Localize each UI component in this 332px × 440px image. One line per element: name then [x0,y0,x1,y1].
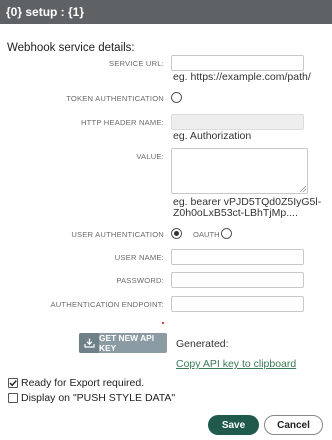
password-input[interactable] [171,272,304,288]
token-authentication-label: TOKEN AUTHENTICATION [66,94,164,103]
service-url-hint: eg. https://example.com/path/ [173,71,311,83]
get-new-api-key-button[interactable]: GET NEW API KEY [79,333,167,353]
value-hint-line2: Z0h0oLxB53ct-LBhTjMp.... [173,207,298,219]
ready-for-export-label: Ready for Export required. [21,377,145,389]
value-label: VALUE: [136,152,164,161]
password-label: PASSWORD: [116,276,164,285]
oauth-radio[interactable] [221,228,232,239]
http-header-name-hint: eg. Authorization [173,130,252,142]
authentication-endpoint-input[interactable] [171,296,304,312]
http-header-name-input[interactable] [171,114,304,130]
display-push-style-checkbox[interactable] [8,393,18,403]
authentication-endpoint-label: AUTHENTICATION ENDPOINT: [50,300,164,309]
ready-for-export-checkbox[interactable] [8,378,18,388]
display-push-style-label: Display on "PUSH STYLE DATA" [21,392,176,404]
section-title: Webhook service details: [7,42,135,54]
service-url-label: SERVICE URL: [108,59,164,68]
resize-grip-icon[interactable] [300,186,306,192]
error-marker [162,322,164,324]
service-url-input[interactable] [171,55,304,71]
user-authentication-radio[interactable] [171,228,182,239]
http-header-name-label: HTTP HEADER NAME: [80,118,164,127]
token-authentication-radio[interactable] [171,92,182,103]
copy-api-key-link[interactable]: Copy API key to clipboard [176,358,296,370]
value-textarea[interactable] [171,148,308,194]
oauth-label: OAUTH [193,230,220,239]
user-name-label: USER NAME: [114,253,164,262]
download-icon [79,333,99,353]
user-name-input[interactable] [171,249,304,265]
get-new-api-key-label: GET NEW API KEY [99,333,155,353]
checkmark-icon [9,380,17,387]
save-button[interactable]: Save [208,415,259,435]
user-authentication-label: USER AUTHENTICATION [71,230,164,239]
dialog-title: {0} setup : {1} [0,0,332,24]
generated-label: Generated: [176,338,229,350]
cancel-button[interactable]: Cancel [264,415,323,435]
